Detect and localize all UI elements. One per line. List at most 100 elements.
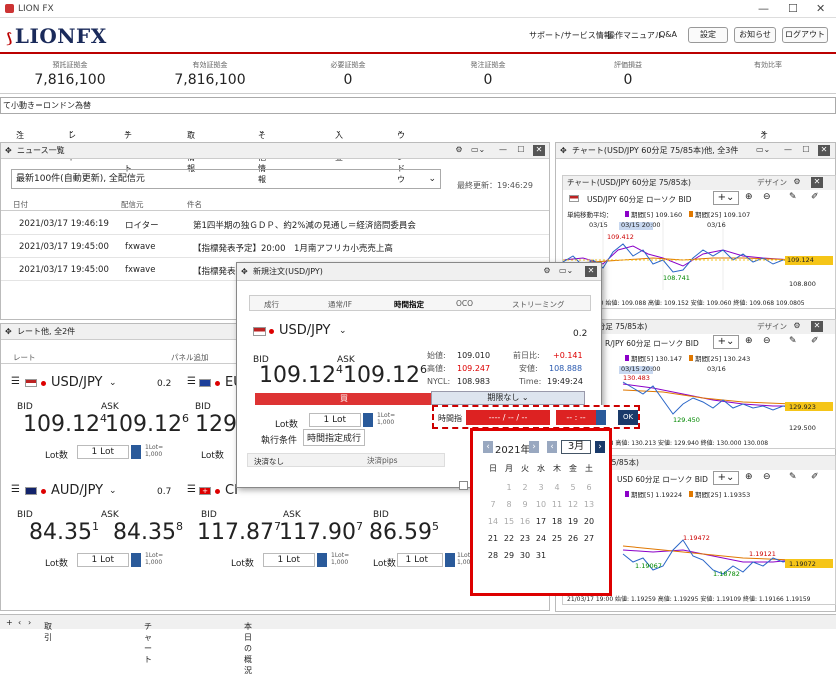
gear-icon[interactable]: ⚙: [453, 145, 465, 156]
chart-close-button[interactable]: ✕: [811, 321, 823, 332]
move-handle-icon[interactable]: ✥: [5, 324, 12, 339]
move-handle-icon[interactable]: ✥: [241, 263, 248, 280]
settlement-checkbox[interactable]: [459, 481, 468, 490]
chart-close-button[interactable]: ✕: [811, 177, 823, 188]
lot-input[interactable]: 1 Lot: [263, 553, 315, 567]
chart-symbol-select[interactable]: USD/JPY 60分足 ローソク BID: [587, 194, 692, 205]
gear-icon[interactable]: ⚙: [791, 321, 803, 332]
calendar-day[interactable]: 21: [485, 534, 501, 543]
order-dialog-header[interactable]: ✥ 新規注文(USD/JPY) ⚙ ▭⌄ ✕: [237, 263, 601, 281]
time-stepper[interactable]: [596, 410, 606, 425]
tab-oco[interactable]: OCO: [456, 299, 473, 308]
maximize-button[interactable]: ☐: [788, 2, 798, 15]
add-panel-link[interactable]: パネル追加: [171, 352, 209, 363]
menu-window[interactable]: ウィンドウ ⌄: [397, 126, 405, 184]
panel-minimize-button[interactable]: —: [497, 145, 509, 156]
calendar-day[interactable]: 18: [549, 517, 565, 526]
zoom-out-icon[interactable]: ⊖: [763, 192, 771, 202]
prev-month-button[interactable]: ‹: [547, 441, 557, 453]
calendar-day[interactable]: 25: [549, 534, 565, 543]
design-link[interactable]: デザイン: [757, 176, 787, 189]
draw-icon[interactable]: ✎: [789, 336, 797, 346]
edit-icon[interactable]: ✐: [811, 472, 819, 482]
lot-stepper[interactable]: [363, 413, 373, 427]
window-menu-icon[interactable]: ▭⌄: [471, 145, 485, 156]
calendar-day[interactable]: 31: [533, 551, 549, 560]
calendar-day[interactable]: 30: [517, 551, 533, 560]
buy-button[interactable]: 買: [255, 393, 433, 405]
time-input[interactable]: -- : --: [556, 410, 596, 425]
calendar-day[interactable]: 20: [581, 517, 597, 526]
drag-handle-icon[interactable]: ☰: [11, 484, 20, 495]
tab-market[interactable]: 成行: [264, 299, 279, 310]
lot-stepper[interactable]: [131, 445, 141, 459]
calendar-day[interactable]: 29: [501, 551, 517, 560]
lot-stepper[interactable]: [317, 553, 327, 567]
minimize-button[interactable]: —: [758, 2, 769, 15]
chevron-down-icon[interactable]: ⌄: [109, 378, 117, 388]
zoom-out-icon[interactable]: ⊖: [763, 472, 771, 482]
expiry-select[interactable]: 期限なし ⌄: [431, 391, 585, 405]
dialog-close-button[interactable]: ✕: [585, 266, 597, 277]
tab-scroll-right[interactable]: ›: [28, 618, 31, 627]
chart-symbol-select[interactable]: USD 60分足 ローソク BID: [617, 474, 708, 485]
calendar-day[interactable]: 19: [565, 517, 581, 526]
bid-price[interactable]: 86.595: [369, 520, 439, 545]
window-menu-icon[interactable]: ▭⌄: [756, 145, 770, 156]
lot-input[interactable]: 1 Lot: [309, 413, 361, 427]
draw-icon[interactable]: ✎: [789, 472, 797, 482]
chart-panel-header[interactable]: ✥ チャート(USD/JPY 60分足 75/85本)他, 全3件 ▭⌄ — ☐…: [556, 143, 835, 159]
edit-icon[interactable]: ✐: [811, 192, 819, 202]
menu-rate[interactable]: レート ⌄: [68, 126, 76, 162]
add-tab-button[interactable]: +: [6, 618, 13, 627]
drag-handle-icon[interactable]: ☰: [11, 376, 20, 387]
tab-streaming[interactable]: ストリーミング: [512, 299, 565, 310]
condition-value[interactable]: 時間指定成行: [303, 429, 366, 446]
close-button[interactable]: ✕: [816, 2, 825, 15]
lot-input[interactable]: 1 Lot: [77, 553, 129, 567]
support-link[interactable]: サポート/サービス情報: [529, 30, 612, 41]
lot-stepper[interactable]: [131, 553, 141, 567]
panel-minimize-button[interactable]: —: [782, 145, 794, 156]
menu-trade-info[interactable]: 取引情報 ⌄: [187, 126, 195, 173]
menu-chart[interactable]: チャート ⌄: [124, 126, 132, 173]
table-row[interactable]: 2021/03/17 19:45:00 fxwave 【指標発表予定】20:00 1…: [1, 235, 549, 258]
menu-deposit[interactable]: 入出金 ⌄: [335, 126, 343, 162]
bid-price[interactable]: 117.877: [197, 520, 281, 545]
bid-price[interactable]: 109.124: [23, 412, 107, 437]
move-handle-icon[interactable]: ✥: [560, 143, 567, 158]
logout-button[interactable]: ログアウト: [782, 27, 828, 43]
ask-price[interactable]: 117.907: [279, 520, 363, 545]
calendar-day[interactable]: 22: [501, 534, 517, 543]
gear-icon[interactable]: ⚙: [541, 266, 553, 277]
rate-symbol[interactable]: USD/JPY: [51, 375, 103, 390]
news-ticker[interactable]: て小動き＝ロンドン為替: [0, 97, 836, 114]
panel-maximize-button[interactable]: ☐: [800, 145, 812, 156]
zoom-out-icon[interactable]: ⊖: [763, 336, 771, 346]
window-menu-icon[interactable]: ▭⌄: [559, 266, 573, 277]
ask-price[interactable]: 109.126: [105, 412, 189, 437]
settings-button[interactable]: 設定: [688, 27, 728, 43]
qa-link[interactable]: Q&A: [659, 30, 677, 39]
chevron-down-icon[interactable]: ⌄: [339, 326, 347, 336]
gear-icon[interactable]: ⚙: [791, 177, 803, 188]
ok-button[interactable]: OK: [618, 410, 638, 425]
manual-link[interactable]: 操作マニュアル: [607, 30, 663, 41]
add-indicator-button[interactable]: +⌄: [713, 471, 739, 485]
add-indicator-button[interactable]: +⌄: [713, 335, 739, 349]
menu-option[interactable]: オプション取引 ⌄: [760, 126, 768, 206]
next-year-button[interactable]: ›: [529, 441, 539, 453]
chart-symbol-select[interactable]: R/JPY 60分足 ローソク BID: [605, 338, 699, 349]
draw-icon[interactable]: ✎: [789, 192, 797, 202]
tab-scroll-left[interactable]: ‹: [18, 618, 21, 627]
drag-handle-icon[interactable]: ☰: [187, 484, 196, 495]
tab-time-specified[interactable]: 時間指定: [394, 299, 424, 310]
rate-symbol[interactable]: AUD/JPY: [51, 483, 103, 498]
notice-button[interactable]: お知らせ: [734, 27, 776, 43]
zoom-in-icon[interactable]: ⊕: [745, 192, 753, 202]
panel-maximize-button[interactable]: ☐: [515, 145, 527, 156]
chevron-down-icon[interactable]: ⌄: [109, 486, 117, 496]
calendar-day[interactable]: 24: [533, 534, 549, 543]
menu-order[interactable]: 注文 ⌄: [16, 126, 24, 151]
calendar-day[interactable]: 28: [485, 551, 501, 560]
